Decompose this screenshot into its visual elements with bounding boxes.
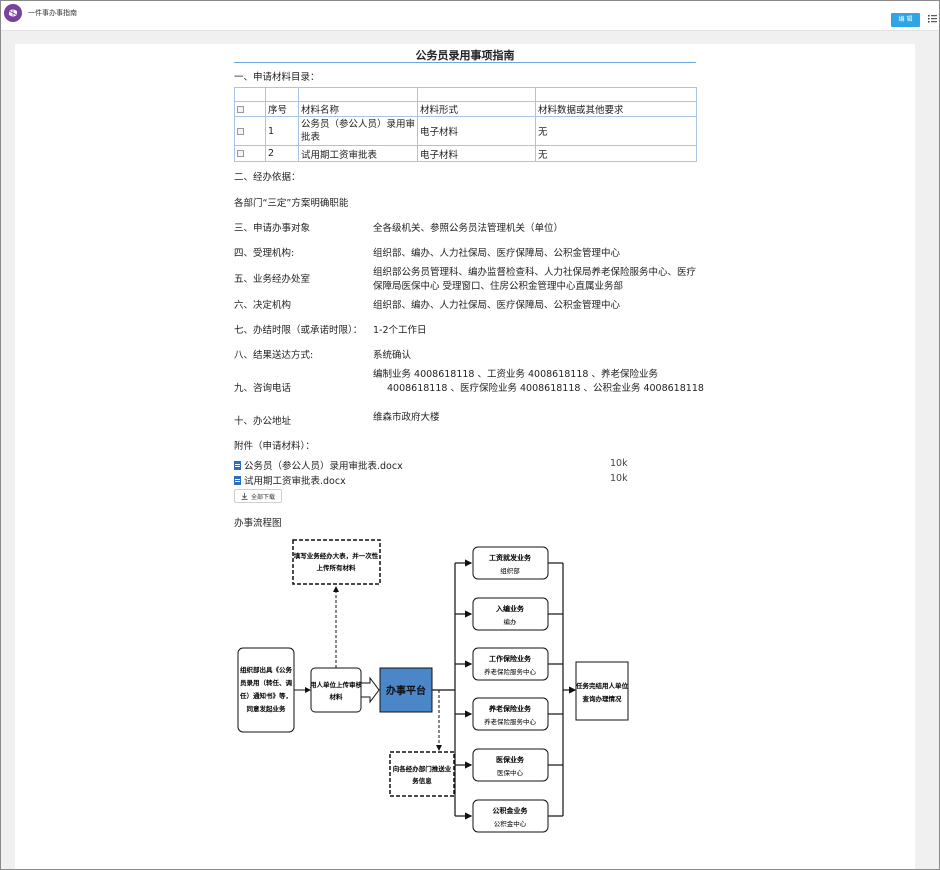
fill-info-line1: 填写业务经办大表，并一次性 (294, 551, 379, 560)
service-title: 入编业务 (495, 604, 525, 613)
service-title: 工资就发业务 (489, 553, 532, 562)
org-start-box (237, 647, 295, 733)
service-box-medical: 医保业务 医保中心 (472, 748, 549, 782)
service-dept: 医保中心 (497, 768, 524, 777)
service-dept: 编办 (504, 617, 518, 626)
fill-info-box (292, 539, 381, 585)
org-start-line1: 组织部出具《公务 (240, 665, 293, 674)
push-line2: 务信息 (412, 776, 432, 785)
service-dept: 养老保险服务中心 (484, 667, 537, 676)
service-dept: 组织部 (500, 566, 520, 575)
service-title: 公积金业务 (493, 806, 529, 815)
push-box (389, 751, 455, 797)
process-flowchart: 填写业务经办大表，并一次性 上传所有材料 组织部出具《公务 员录用（转任、调 任… (237, 539, 629, 833)
upload-box (310, 667, 362, 713)
service-dept: 养老保险服务中心 (484, 717, 537, 726)
service-box-housing-fund: 公积金业务 公积金中心 (472, 799, 549, 833)
fill-info-line2: 上传所有材料 (317, 563, 357, 572)
org-start-line2: 员录用（转任、调 (240, 678, 293, 687)
upload-line1: 用人单位上传审核 (309, 680, 363, 689)
flow-arrow-icon (360, 676, 380, 704)
service-box-work-insurance: 工作保险业务 养老保险服务中心 (472, 647, 549, 681)
result-line2: 查询办理情况 (583, 694, 623, 703)
service-box-salary: 工资就发业务 组织部 (472, 546, 549, 580)
result-line1: 任务完结用人单位 (575, 681, 629, 690)
service-dept: 公积金中心 (494, 819, 527, 828)
result-box (575, 661, 629, 721)
platform-label: 办事平台 (386, 684, 426, 697)
service-box-pension: 养老保险业务 养老保险服务中心 (472, 697, 549, 731)
upload-line2: 材料 (329, 692, 344, 701)
service-title: 养老保险业务 (488, 704, 532, 713)
service-box-staffing: 入编业务 编办 (472, 597, 549, 631)
org-start-line3: 任）通知书》等， (239, 691, 292, 700)
service-title: 医保业务 (496, 755, 525, 764)
service-title: 工作保险业务 (489, 654, 532, 663)
push-line1: 向各经办部门推送业 (393, 764, 452, 773)
org-start-line4: 同意发起业务 (247, 704, 287, 713)
